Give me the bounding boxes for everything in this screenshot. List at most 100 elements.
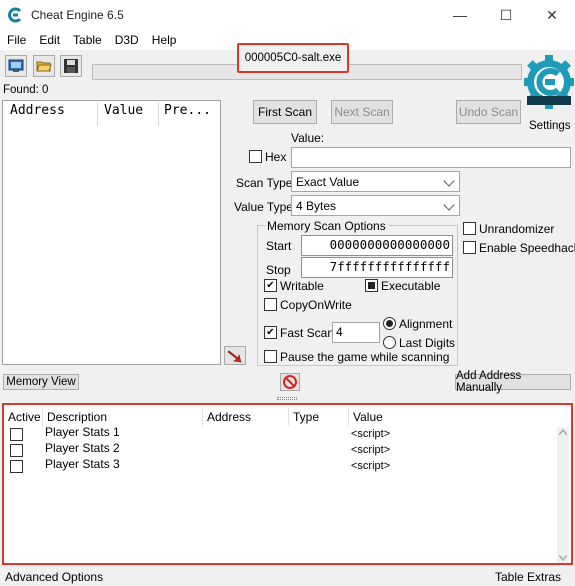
menu-file[interactable]: File (0, 30, 32, 50)
row-description: Player Stats 2 (45, 441, 120, 455)
save-button[interactable] (60, 55, 82, 77)
splitter-handle[interactable] (277, 397, 297, 400)
address-list-scrollbar[interactable] (557, 427, 569, 563)
stop-label: Stop (266, 263, 291, 277)
first-scan-button[interactable]: First Scan (253, 100, 317, 124)
table-extras-link[interactable]: Table Extras (495, 570, 561, 584)
memory-scan-options-title: Memory Scan Options (265, 219, 388, 233)
scan-type-select[interactable]: Exact Value (291, 171, 460, 192)
chevron-down-icon (443, 175, 455, 187)
maximize-icon: ☐ (499, 6, 513, 23)
title-bar: Cheat Engine 6.5 — ☐ ✕ (0, 0, 575, 30)
hex-checkbox[interactable] (249, 150, 262, 163)
alignment-label: Alignment (399, 317, 453, 331)
row-description: Player Stats 3 (45, 457, 120, 471)
menu-d3d[interactable]: D3D (108, 30, 145, 50)
executable-label: Executable (381, 279, 441, 293)
stop-button[interactable] (280, 373, 300, 391)
cheat-engine-app-icon (8, 7, 22, 23)
fast-scan-label: Fast Scan (280, 326, 335, 340)
column-divider (288, 408, 289, 426)
settings-label[interactable]: Settings (529, 120, 571, 132)
last-digits-radio[interactable] (383, 336, 396, 349)
memory-view-label: Memory View (6, 376, 76, 388)
executable-checkbox[interactable] (365, 279, 378, 292)
no-entry-icon (283, 375, 297, 389)
writable-checkbox[interactable]: ✔ (264, 279, 277, 292)
process-name[interactable]: 000005C0-salt.exe (237, 43, 349, 73)
row-value: <script> (351, 428, 391, 440)
scroll-up-icon[interactable] (559, 429, 567, 435)
stop-address-input[interactable]: 7fffffffffffffff (301, 257, 453, 278)
add-address-manually-button[interactable]: Add Address Manually (455, 370, 571, 394)
writable-label: Writable (280, 279, 324, 293)
memory-view-button[interactable]: Memory View (3, 374, 79, 390)
column-divider (202, 408, 203, 426)
copy-on-write-checkbox[interactable] (264, 298, 277, 311)
undo-scan-label: Undo Scan (458, 105, 519, 119)
column-divider (158, 102, 159, 126)
column-divider (348, 408, 349, 426)
pause-game-checkbox[interactable] (264, 350, 277, 363)
column-divider (42, 408, 43, 426)
speedhack-checkbox[interactable] (463, 241, 476, 254)
start-address-input[interactable]: 0000000000000000 (301, 235, 453, 256)
unrandomizer-checkbox[interactable] (463, 222, 476, 235)
found-count: Found: 0 (3, 84, 49, 96)
scroll-down-icon[interactable] (559, 555, 567, 561)
next-scan-button[interactable]: Next Scan (331, 100, 393, 124)
value-label: Value: (291, 131, 325, 145)
column-divider (97, 102, 98, 126)
red-arrow-icon (227, 350, 242, 362)
open-process-button[interactable] (5, 55, 27, 77)
maximize-button[interactable]: ☐ (483, 0, 529, 30)
row-active-checkbox[interactable] (10, 444, 23, 457)
value-type-select[interactable]: 4 Bytes (291, 195, 460, 216)
close-button[interactable]: ✕ (529, 0, 575, 30)
results-column-address[interactable]: Address (10, 103, 65, 118)
value-input[interactable] (291, 147, 571, 168)
scan-type-label: Scan Type (236, 176, 293, 190)
scan-type-value: Exact Value (296, 174, 360, 189)
advanced-options-link[interactable]: Advanced Options (5, 570, 103, 584)
hex-label: Hex (265, 150, 287, 164)
open-process-icon (8, 59, 24, 72)
unrandomizer-label: Unrandomizer (479, 222, 555, 236)
open-folder-icon (36, 61, 52, 72)
add-address-label: Add Address Manually (456, 370, 522, 394)
address-list[interactable]: Active Description Address Type Value Pl… (2, 403, 573, 565)
start-label: Start (266, 239, 292, 253)
fast-scan-input[interactable]: 4 (332, 322, 380, 343)
minimize-icon: — (453, 7, 467, 23)
row-description: Player Stats 1 (45, 425, 120, 439)
column-address[interactable]: Address (207, 410, 251, 424)
column-active[interactable]: Active (8, 410, 41, 424)
undo-scan-button[interactable]: Undo Scan (456, 100, 521, 124)
process-name-text: 000005C0-salt.exe (244, 52, 342, 64)
row-value: <script> (351, 444, 391, 456)
scan-results-list[interactable]: Address Value Pre... (2, 100, 221, 365)
fast-scan-checkbox[interactable]: ✔ (264, 326, 277, 339)
next-scan-label: Next Scan (334, 105, 390, 119)
row-active-checkbox[interactable] (10, 460, 23, 473)
fast-scan-value: 4 (336, 325, 343, 339)
alignment-radio[interactable] (383, 317, 396, 330)
results-column-previous[interactable]: Pre... (164, 103, 211, 118)
column-type[interactable]: Type (293, 410, 319, 424)
results-column-value[interactable]: Value (104, 103, 143, 118)
copy-on-write-label: CopyOnWrite (280, 298, 352, 312)
pause-game-label: Pause the game while scanning (280, 350, 450, 364)
open-file-button[interactable] (33, 55, 55, 77)
cheat-engine-logo[interactable] (524, 52, 574, 118)
column-value[interactable]: Value (353, 410, 383, 424)
copy-to-list-button[interactable] (224, 346, 246, 365)
first-scan-label: First Scan (257, 105, 312, 119)
column-description[interactable]: Description (47, 410, 107, 424)
minimize-button[interactable]: — (437, 0, 483, 30)
menu-table[interactable]: Table (66, 30, 108, 50)
menu-edit[interactable]: Edit (32, 30, 66, 50)
value-type-label: Value Type (234, 200, 293, 214)
row-value: <script> (351, 460, 391, 472)
row-active-checkbox[interactable] (10, 428, 23, 441)
menu-help[interactable]: Help (145, 30, 183, 50)
